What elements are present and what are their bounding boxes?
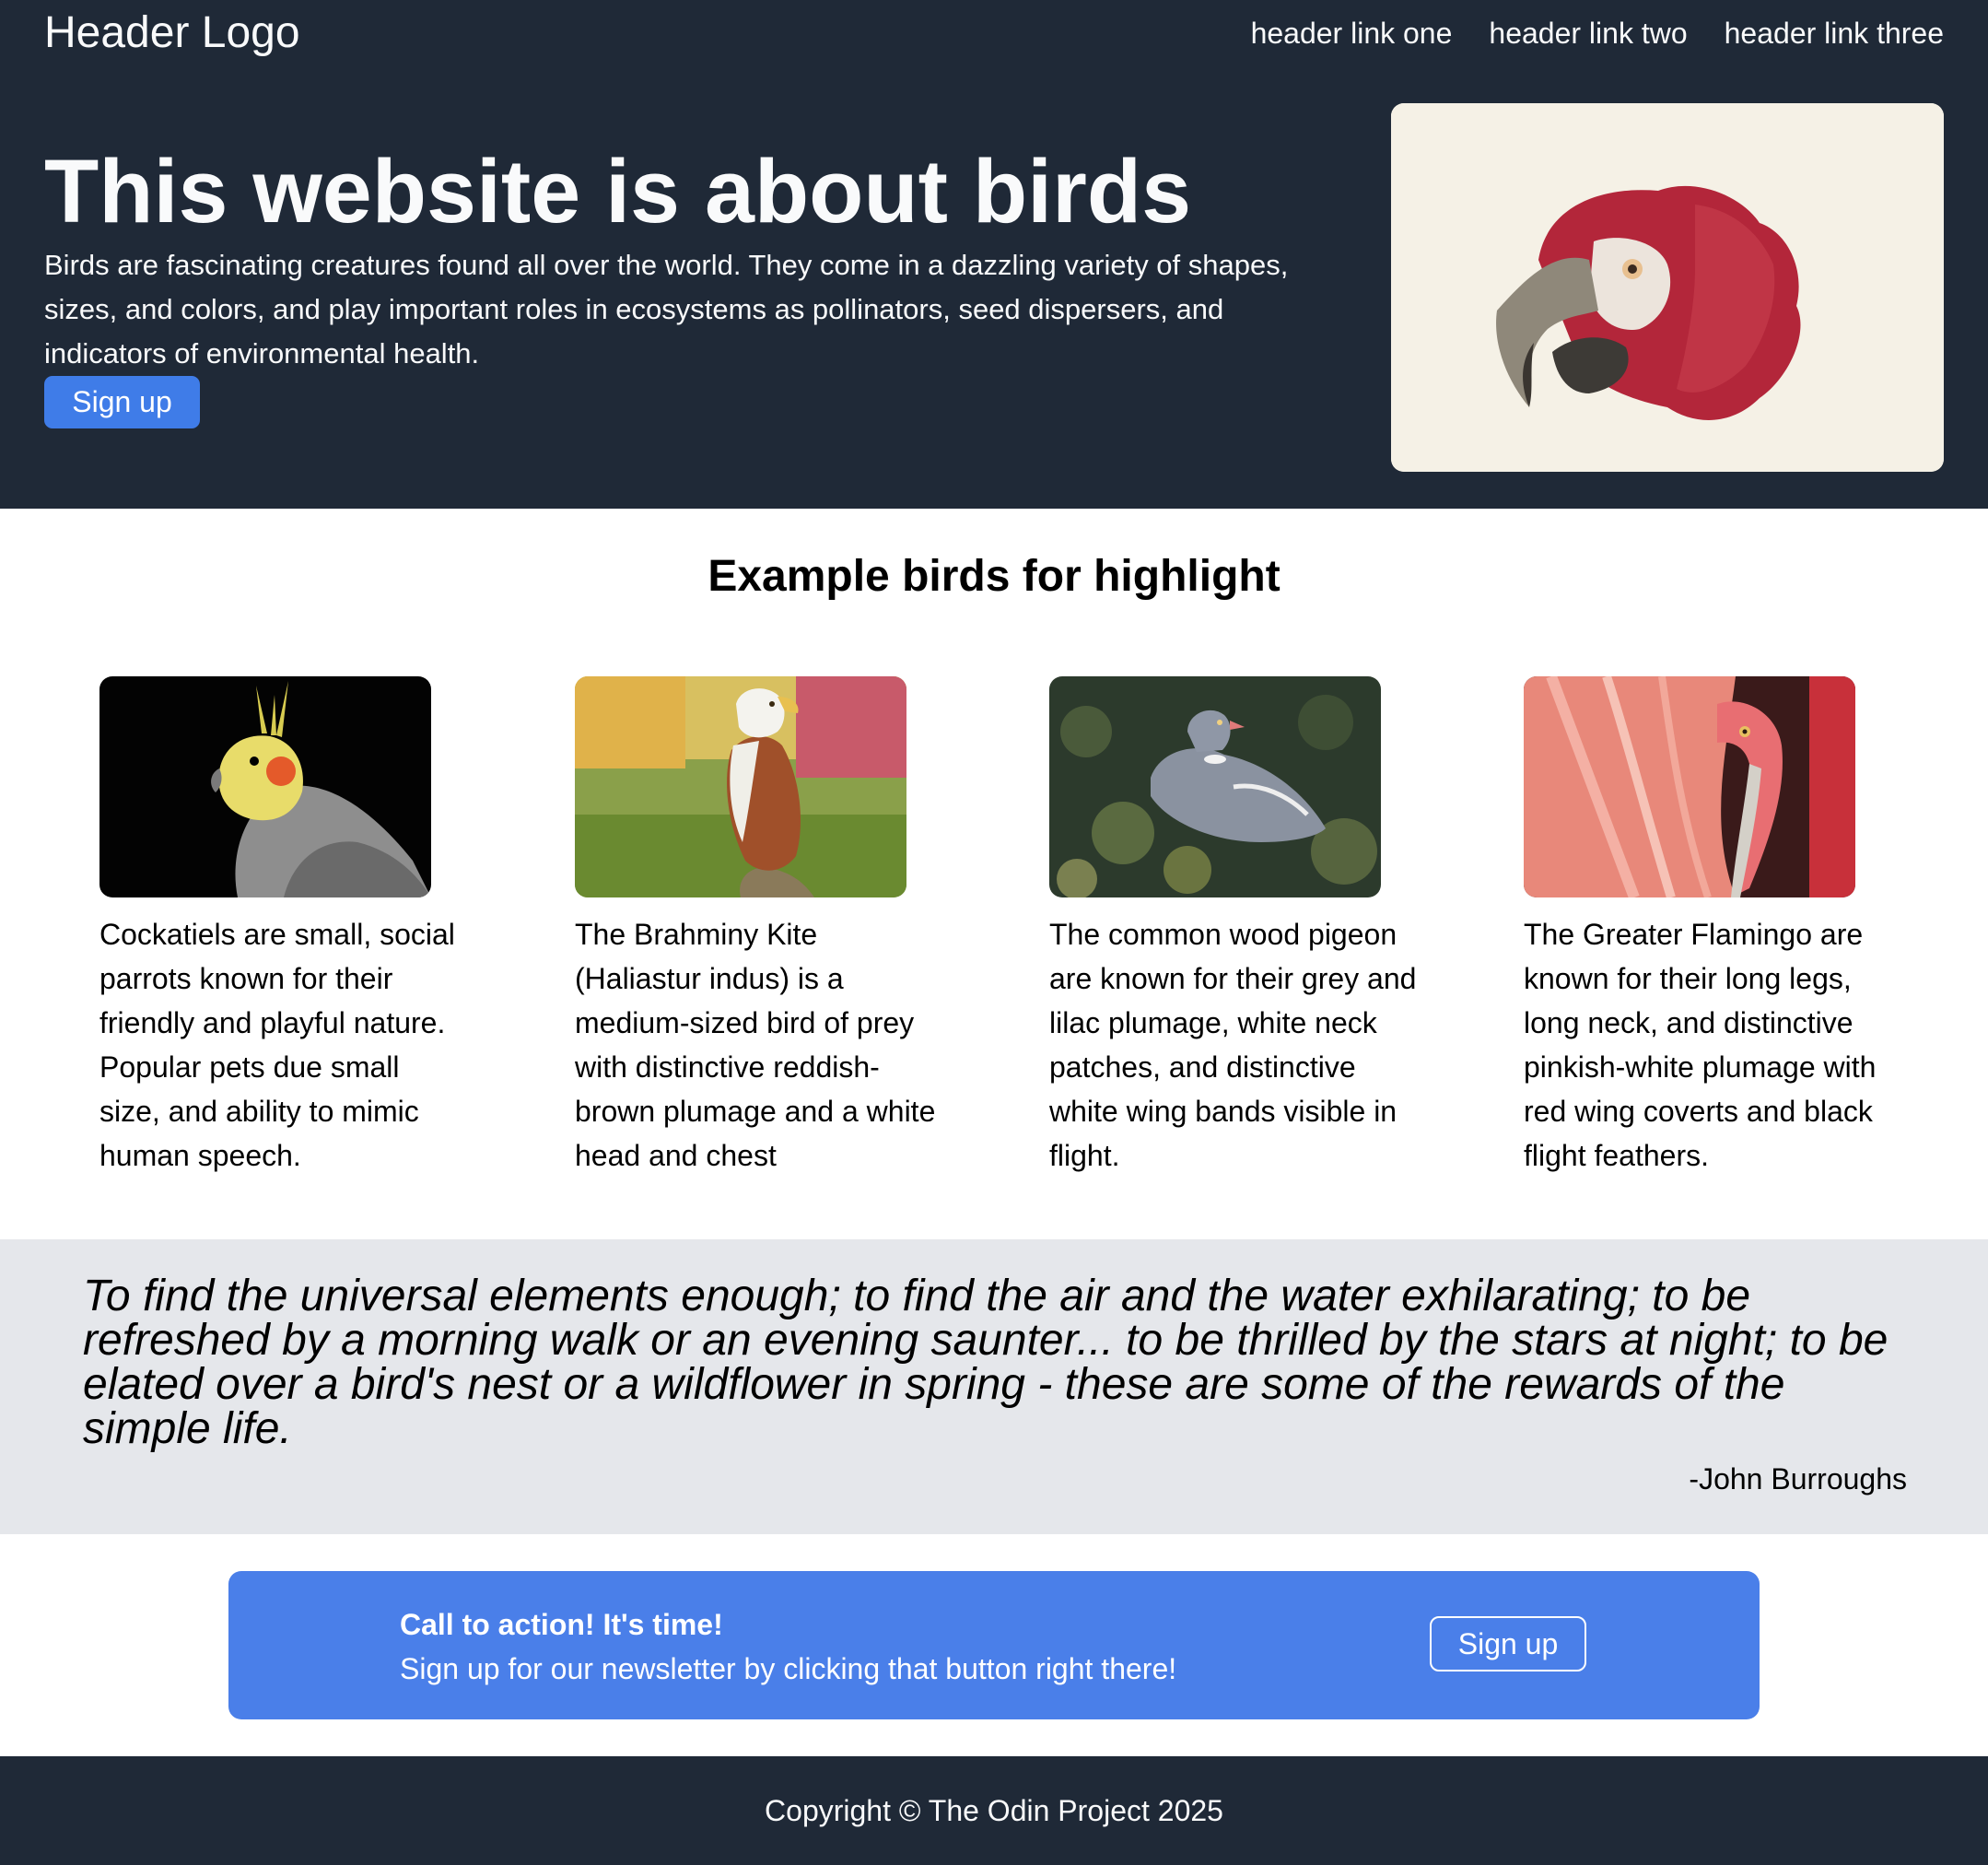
nav-link-one[interactable]: header link one: [1251, 13, 1453, 53]
brahminy-kite-description: The Brahminy Kite (Haliastur indus) is a…: [575, 918, 936, 1172]
wood-pigeon-description: The common wood pigeon are known for the…: [1049, 918, 1417, 1172]
cta-signup-button[interactable]: Sign up: [1430, 1616, 1586, 1671]
bird-card-greater-flamingo: The Greater Flamingo are known for their…: [1524, 676, 1876, 1178]
quote-author: -John Burroughs: [1689, 1462, 1907, 1496]
nav-link-three[interactable]: header link three: [1725, 13, 1944, 53]
call-to-action-banner: Call to action! It's time! Sign up for o…: [228, 1571, 1760, 1719]
brahminy-kite-image: [575, 676, 906, 897]
quote-section: To find the universal elements enough; t…: [0, 1239, 1988, 1534]
nav-links: header link one header link two header l…: [1251, 13, 1944, 53]
greater-flamingo-image: [1524, 676, 1855, 897]
quote-text: To find the universal elements enough; t…: [83, 1272, 1889, 1453]
hero-signup-button[interactable]: Sign up: [44, 376, 200, 428]
hero-description: Birds are fascinating creatures found al…: [44, 249, 1289, 369]
greater-flamingo-description: The Greater Flamingo are known for their…: [1524, 918, 1877, 1172]
footer-copyright: Copyright © The Odin Project 2025: [765, 1794, 1223, 1827]
highlights-title: Example birds for highlight: [707, 552, 1281, 601]
cockatiel-image: [99, 676, 431, 897]
bird-card-wood-pigeon: The common wood pigeon are known for the…: [1049, 676, 1416, 1178]
footer: Copyright © The Odin Project 2025: [0, 1756, 1988, 1865]
cta-description: Sign up for our newsletter by clicking t…: [400, 1652, 1177, 1685]
nav-link-two[interactable]: header link two: [1489, 13, 1687, 53]
bird-card-cockatiel: Cockatiels are small, social parrots kno…: [99, 676, 455, 1178]
wood-pigeon-image: [1049, 676, 1381, 897]
header-logo[interactable]: Header Logo: [44, 7, 300, 59]
cta-title: Call to action! It's time!: [400, 1608, 723, 1641]
hero-title: This website is about birds: [44, 141, 1192, 241]
cockatiel-description: Cockatiels are small, social parrots kno…: [99, 918, 455, 1172]
top-navigation: Header Logo header link one header link …: [0, 0, 1988, 74]
macaw-parrot-image: [1391, 103, 1944, 472]
bird-card-brahminy-kite: The Brahminy Kite (Haliastur indus) is a…: [575, 676, 935, 1178]
hero-section: Header Logo header link one header link …: [0, 0, 1988, 509]
